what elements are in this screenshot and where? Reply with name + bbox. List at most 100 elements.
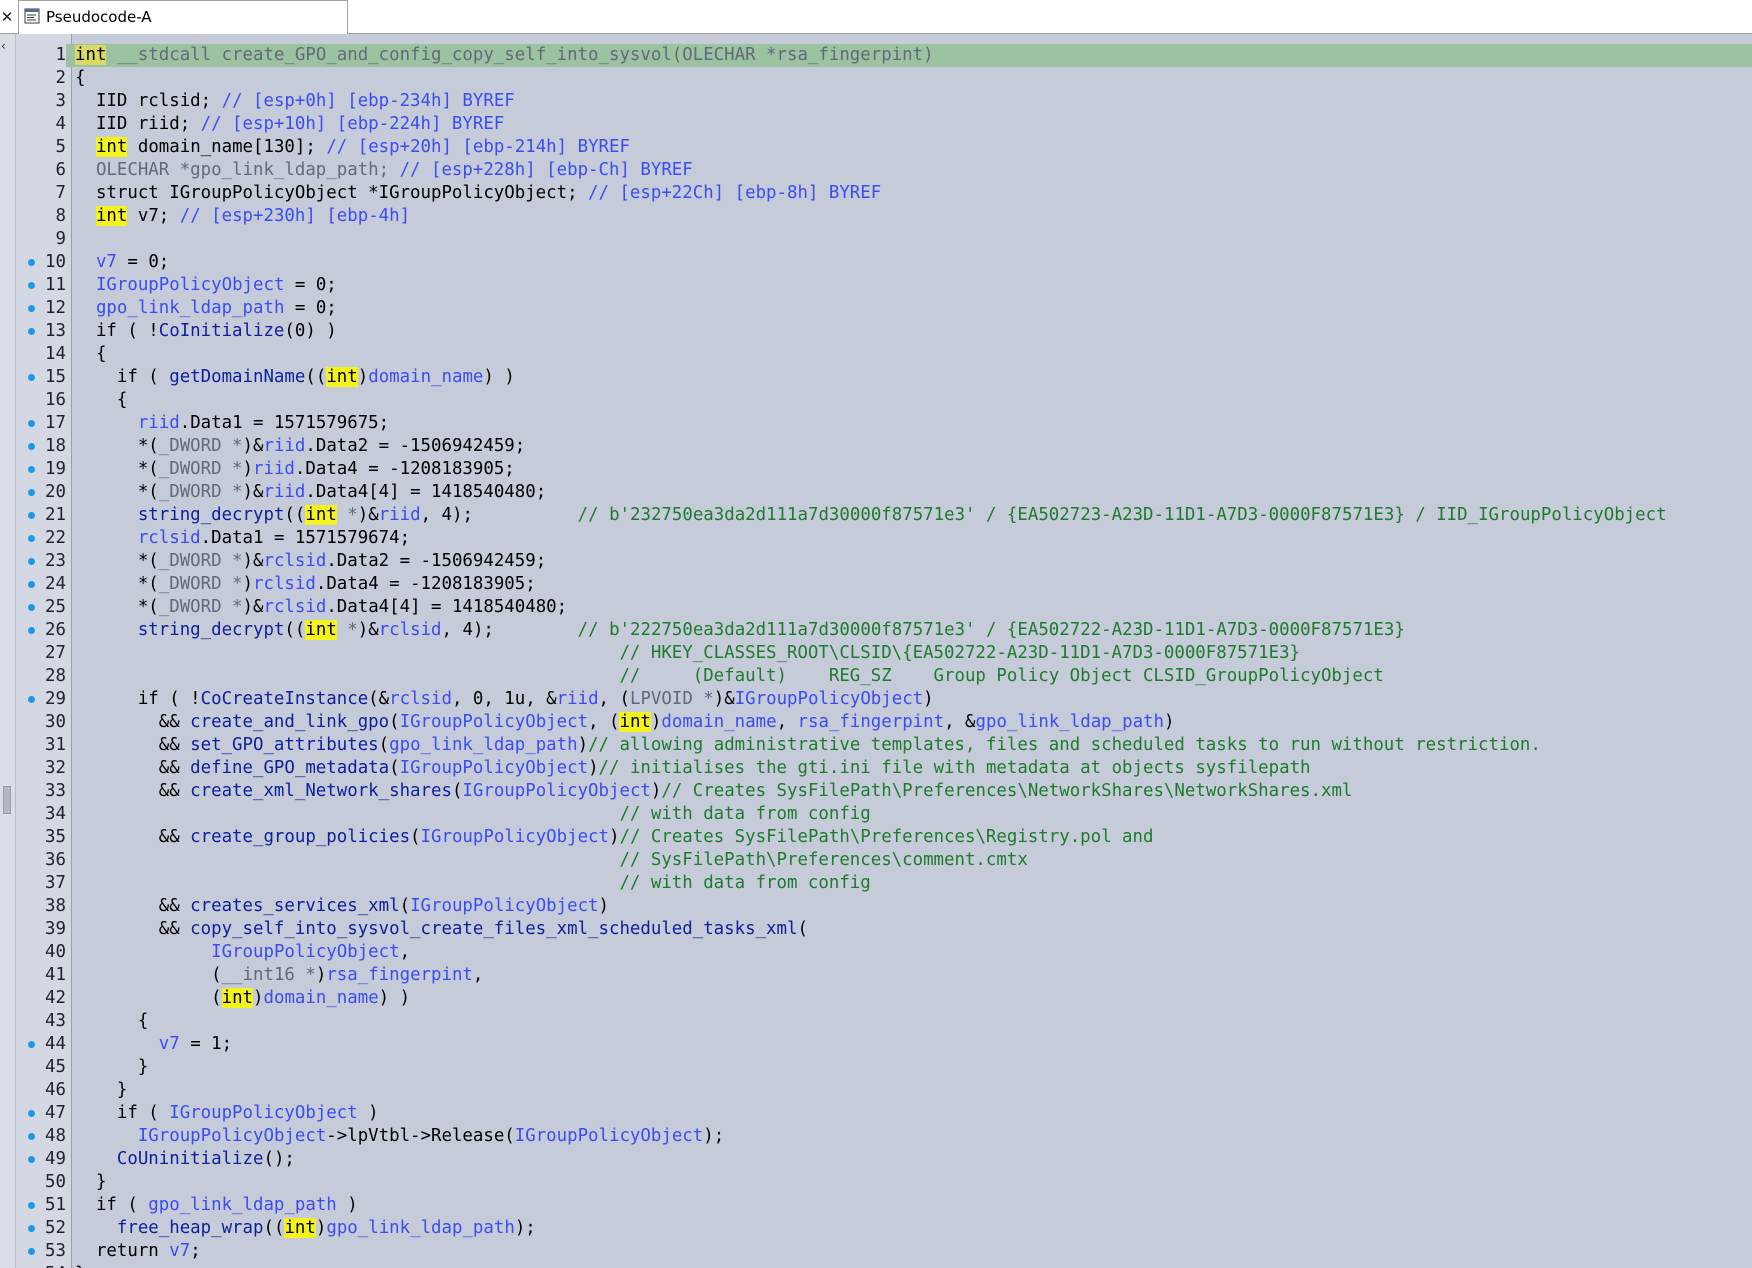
code-line[interactable]: 14 { (16, 343, 1752, 366)
code-line[interactable]: 47 if ( IGroupPolicyObject ) (16, 1102, 1752, 1125)
code-line[interactable]: 10 v7 = 0; (16, 251, 1752, 274)
code-variable[interactable]: IGroupPolicyObject (735, 689, 923, 709)
code-variable[interactable]: rsa_fingerpint (798, 712, 945, 732)
code-line[interactable]: 50 } (16, 1171, 1752, 1194)
code-function[interactable]: string_decrypt (138, 505, 285, 525)
code-line[interactable]: 42 (int)domain_name) ) (16, 987, 1752, 1010)
code-variable[interactable]: v7 (159, 1034, 180, 1054)
code-line[interactable]: 51 if ( gpo_link_ldap_path ) (16, 1194, 1752, 1217)
code-line[interactable]: 3 IID rclsid; // [esp+0h] [ebp-234h] BYR… (16, 90, 1752, 113)
code-variable[interactable]: domain_name (661, 712, 776, 732)
code-line[interactable]: 5 int domain_name[130]; // [esp+20h] [eb… (16, 136, 1752, 159)
pseudocode-editor[interactable]: 1 int __stdcall create_GPO_and_config_cop… (16, 34, 1752, 1268)
code-line[interactable]: 17 riid.Data1 = 1571579675; (16, 412, 1752, 435)
code-line[interactable]: 32 && define_GPO_metadata(IGroupPolicyOb… (16, 757, 1752, 780)
code-line[interactable]: 24 *(_DWORD *)rclsid.Data4 = -1208183905… (16, 573, 1752, 596)
code-variable[interactable]: IGroupPolicyObject (211, 942, 399, 962)
code-variable[interactable]: // [esp+228h] [ebp-Ch] BYREF (400, 160, 693, 180)
code-function[interactable]: set_GPO_attributes (190, 735, 378, 755)
code-variable[interactable]: gpo_link_ldap_path (389, 735, 577, 755)
code-line[interactable]: 46 } (16, 1079, 1752, 1102)
code-line[interactable]: 36 // SysFilePath\Preferences\comment.cm… (16, 849, 1752, 872)
code-line[interactable]: 22 rclsid.Data1 = 1571579674; (16, 527, 1752, 550)
code-line[interactable]: 41 (__int16 *)rsa_fingerpint, (16, 964, 1752, 987)
code-line[interactable]: 25 *(_DWORD *)&rclsid.Data4[4] = 1418540… (16, 596, 1752, 619)
code-variable[interactable]: IGroupPolicyObject (169, 1103, 357, 1123)
code-line[interactable]: 33 && create_xml_Network_shares(IGroupPo… (16, 780, 1752, 803)
code-line[interactable]: 21 string_decrypt((int *)&riid, 4); // b… (16, 504, 1752, 527)
code-variable[interactable]: IGroupPolicyObject (462, 781, 650, 801)
code-function[interactable]: free_heap_wrap (117, 1218, 264, 1238)
code-line[interactable]: 16 { (16, 389, 1752, 412)
code-line[interactable]: 53 return v7; (16, 1240, 1752, 1263)
code-variable[interactable]: IGroupPolicyObject (515, 1126, 703, 1146)
code-line[interactable]: 31 && set_GPO_attributes(gpo_link_ldap_p… (16, 734, 1752, 757)
code-line[interactable]: 8 int v7; // [esp+230h] [ebp-4h] (16, 205, 1752, 228)
code-line[interactable]: 35 && create_group_policies(IGroupPolicy… (16, 826, 1752, 849)
code-variable[interactable]: rsa_fingerpint (326, 965, 473, 985)
code-function[interactable]: creates_services_xml (190, 896, 399, 916)
code-function[interactable]: CoCreateInstance (201, 689, 369, 709)
code-function[interactable]: create_and_link_gpo (190, 712, 389, 732)
code-variable[interactable]: IGroupPolicyObject (421, 827, 609, 847)
code-line[interactable]: 48 IGroupPolicyObject->lpVtbl->Release(I… (16, 1125, 1752, 1148)
code-variable[interactable]: gpo_link_ldap_path (148, 1195, 336, 1215)
code-line[interactable]: 30 && create_and_link_gpo(IGroupPolicyOb… (16, 711, 1752, 734)
code-line[interactable]: 9 (16, 228, 1752, 251)
code-line[interactable]: 20 *(_DWORD *)&riid.Data4[4] = 141854048… (16, 481, 1752, 504)
code-line[interactable]: 15 if ( getDomainName((int)domain_name) … (16, 366, 1752, 389)
code-variable[interactable]: gpo_link_ldap_path (976, 712, 1164, 732)
code-line[interactable]: 23 *(_DWORD *)&rclsid.Data2 = -150694245… (16, 550, 1752, 573)
tab-pseudocode[interactable]: Pseudocode-A (18, 0, 348, 34)
code-line[interactable]: 4 IID riid; // [esp+10h] [ebp-224h] BYRE… (16, 113, 1752, 136)
code-variable[interactable]: IGroupPolicyObject (400, 758, 588, 778)
close-icon[interactable]: ✕ (0, 4, 14, 30)
code-variable[interactable]: gpo_link_ldap_path (96, 298, 284, 318)
code-line[interactable]: 12 gpo_link_ldap_path = 0; (16, 297, 1752, 320)
code-line[interactable]: 11 IGroupPolicyObject = 0; (16, 274, 1752, 297)
side-scroll-marker[interactable] (3, 786, 11, 814)
code-variable[interactable]: domain_name (264, 988, 379, 1008)
code-line[interactable]: 44 v7 = 1; (16, 1033, 1752, 1056)
code-line[interactable]: 28 // (Default) REG_SZ Group Policy Obje… (16, 665, 1752, 688)
code-variable[interactable]: rclsid (253, 574, 316, 594)
code-variable[interactable]: domain_name (368, 367, 483, 387)
code-variable[interactable]: rclsid (389, 689, 452, 709)
code-variable[interactable]: gpo_link_ldap_path (326, 1218, 514, 1238)
code-variable[interactable]: v7 (96, 252, 117, 272)
code-variable[interactable]: // [esp+230h] [ebp-4h] (180, 206, 410, 226)
code-variable[interactable]: IGroupPolicyObject (96, 275, 284, 295)
code-variable[interactable]: v7 (169, 1241, 190, 1261)
code-function[interactable]: string_decrypt (138, 620, 285, 640)
code-function[interactable]: create_group_policies (190, 827, 410, 847)
code-line[interactable]: 38 && creates_services_xml(IGroupPolicyO… (16, 895, 1752, 918)
code-line[interactable]: 29 if ( !CoCreateInstance(&rclsid, 0, 1u… (16, 688, 1752, 711)
code-line[interactable]: 54} (16, 1263, 1752, 1268)
code-variable[interactable]: // [esp+10h] [ebp-224h] BYREF (201, 114, 505, 134)
code-variable[interactable]: riid (263, 436, 305, 456)
code-line[interactable]: 7 struct IGroupPolicyObject *IGroupPolic… (16, 182, 1752, 205)
code-line[interactable]: 49 CoUninitialize(); (16, 1148, 1752, 1171)
code-line[interactable]: 34 // with data from config (16, 803, 1752, 826)
chevron-left-icon[interactable]: ‹ (1, 39, 6, 53)
code-line[interactable]: 13 if ( !CoInitialize(0) ) (16, 320, 1752, 343)
code-variable[interactable]: riid (138, 413, 180, 433)
code-line[interactable]: 40 IGroupPolicyObject, (16, 941, 1752, 964)
code-line[interactable]: 52 free_heap_wrap((int)gpo_link_ldap_pat… (16, 1217, 1752, 1240)
code-variable[interactable]: // [esp+22Ch] [ebp-8h] BYREF (588, 183, 881, 203)
code-line[interactable]: 37 // with data from config (16, 872, 1752, 895)
code-line[interactable]: 18 *(_DWORD *)&riid.Data2 = -1506942459; (16, 435, 1752, 458)
code-variable[interactable]: riid (557, 689, 599, 709)
code-line[interactable]: 26 string_decrypt((int *)&rclsid, 4); //… (16, 619, 1752, 642)
code-variable[interactable]: riid (263, 482, 305, 502)
code-function[interactable]: define_GPO_metadata (190, 758, 389, 778)
code-function[interactable]: copy_self_into_sysvol_create_files_xml_s… (190, 919, 797, 939)
code-variable[interactable]: rclsid (138, 528, 201, 548)
code-line[interactable]: 39 && copy_self_into_sysvol_create_files… (16, 918, 1752, 941)
code-variable[interactable]: // [esp+20h] [ebp-214h] BYREF (326, 137, 630, 157)
code-variable[interactable]: rclsid (263, 551, 326, 571)
code-line[interactable]: 27 // HKEY_CLASSES_ROOT\CLSID\{EA502722-… (16, 642, 1752, 665)
code-line[interactable]: 2{ (16, 67, 1752, 90)
code-line[interactable]: 19 *(_DWORD *)riid.Data4 = -1208183905; (16, 458, 1752, 481)
code-function[interactable]: getDomainName (169, 367, 305, 387)
